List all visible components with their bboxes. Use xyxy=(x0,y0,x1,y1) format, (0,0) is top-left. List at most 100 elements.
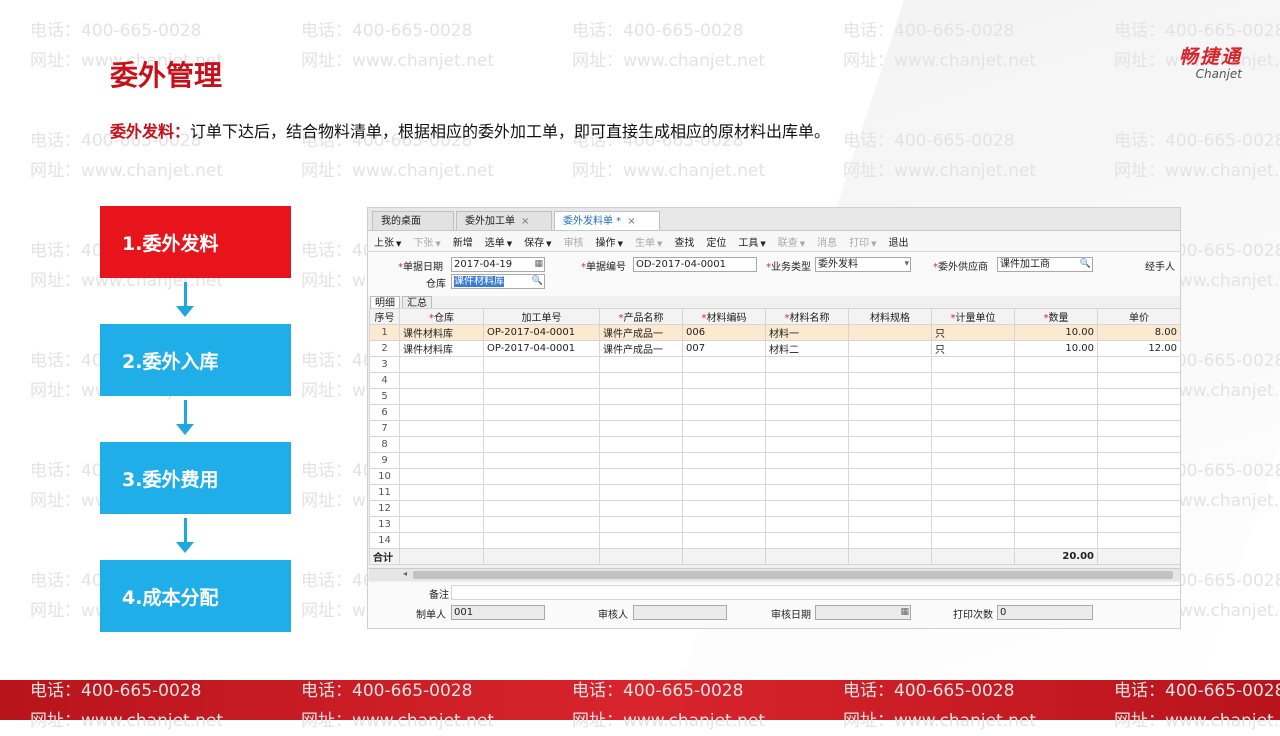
table-cell[interactable] xyxy=(483,436,600,453)
close-icon[interactable]: × xyxy=(521,216,529,227)
table-cell[interactable] xyxy=(765,404,849,421)
toolbar-next-button[interactable]: 下张 ▼ xyxy=(413,234,440,249)
toolbar-link-button[interactable]: 联查 ▼ xyxy=(778,234,805,249)
column-header[interactable]: *材料编码 xyxy=(682,308,766,325)
table-cell[interactable] xyxy=(599,484,683,501)
toolbar-exit-button[interactable]: 退出 xyxy=(889,234,909,249)
cell-qty[interactable]: 10.00 xyxy=(1014,340,1098,357)
table-row[interactable]: 6 xyxy=(369,404,1180,421)
table-cell[interactable] xyxy=(1097,500,1180,517)
table-cell[interactable] xyxy=(1097,436,1180,453)
scrollbar-thumb[interactable] xyxy=(413,571,1173,579)
table-cell[interactable] xyxy=(1014,388,1098,405)
table-cell[interactable] xyxy=(682,500,766,517)
table-cell[interactable] xyxy=(483,484,600,501)
table-cell[interactable] xyxy=(765,420,849,437)
type-select[interactable]: 委外发料 ▾ xyxy=(815,257,911,272)
step-outsource-issue[interactable]: 1.委外发料 xyxy=(100,206,291,278)
column-header[interactable]: *仓库 xyxy=(399,308,484,325)
table-cell[interactable] xyxy=(399,372,484,389)
table-cell[interactable] xyxy=(399,436,484,453)
table-cell[interactable] xyxy=(399,516,484,533)
table-cell[interactable] xyxy=(848,516,932,533)
table-cell[interactable] xyxy=(682,404,766,421)
table-cell[interactable] xyxy=(399,484,484,501)
table-cell[interactable] xyxy=(1014,500,1098,517)
toolbar-message-button[interactable]: 消息 xyxy=(817,234,837,249)
table-cell[interactable] xyxy=(483,420,600,437)
table-cell[interactable] xyxy=(1014,468,1098,485)
table-row[interactable]: 8 xyxy=(369,436,1180,453)
table-cell[interactable] xyxy=(848,452,932,469)
table-row[interactable]: 1 课件材料库 OP-2017-04-0001 课件产成品一 006 材料一 只… xyxy=(369,324,1180,341)
table-cell[interactable] xyxy=(399,468,484,485)
table-row[interactable]: 11 xyxy=(369,484,1180,501)
table-cell[interactable] xyxy=(1097,388,1180,405)
cell-price[interactable]: 12.00 xyxy=(1097,340,1180,357)
table-cell[interactable] xyxy=(399,356,484,373)
cell-unit[interactable]: 只 xyxy=(931,340,1015,357)
table-cell[interactable] xyxy=(931,484,1015,501)
table-cell[interactable] xyxy=(1014,516,1098,533)
table-cell[interactable] xyxy=(483,468,600,485)
table-cell[interactable] xyxy=(682,468,766,485)
cell-unit[interactable]: 只 xyxy=(931,324,1015,341)
table-cell[interactable] xyxy=(931,532,1015,549)
toolbar-find-button[interactable]: 查找 xyxy=(674,234,694,249)
cell-name[interactable]: 材料二 xyxy=(765,340,849,357)
column-header[interactable]: 加工单号 xyxy=(483,308,600,325)
table-cell[interactable] xyxy=(1097,356,1180,373)
table-cell[interactable] xyxy=(848,356,932,373)
table-cell[interactable] xyxy=(765,516,849,533)
table-cell[interactable] xyxy=(765,468,849,485)
table-cell[interactable] xyxy=(765,500,849,517)
table-cell[interactable] xyxy=(483,404,600,421)
table-cell[interactable] xyxy=(931,436,1015,453)
table-cell[interactable] xyxy=(931,356,1015,373)
toolbar-prev-button[interactable]: 上张 ▼ xyxy=(374,234,401,249)
column-header[interactable]: 材料规格 xyxy=(848,308,932,325)
tab-outsource-issue[interactable]: 委外发料单 * × xyxy=(554,211,660,230)
toolbar-select-button[interactable]: 选单 ▼ xyxy=(485,234,512,249)
table-cell[interactable] xyxy=(1014,404,1098,421)
table-row[interactable]: 5 xyxy=(369,388,1180,405)
column-header[interactable]: *数量 xyxy=(1014,308,1098,325)
cell-name[interactable]: 材料一 xyxy=(765,324,849,341)
table-cell[interactable] xyxy=(599,388,683,405)
cell-spec[interactable] xyxy=(848,340,932,357)
table-cell[interactable] xyxy=(1097,468,1180,485)
table-cell[interactable] xyxy=(1014,420,1098,437)
table-cell[interactable] xyxy=(848,404,932,421)
tab-my-desktop[interactable]: 我的桌面 xyxy=(372,211,454,230)
table-cell[interactable] xyxy=(399,500,484,517)
table-cell[interactable] xyxy=(399,420,484,437)
table-cell[interactable] xyxy=(599,532,683,549)
table-cell[interactable] xyxy=(931,452,1015,469)
column-header[interactable]: 序号 xyxy=(369,308,400,325)
table-cell[interactable] xyxy=(848,388,932,405)
table-cell[interactable] xyxy=(765,388,849,405)
table-cell[interactable] xyxy=(599,452,683,469)
table-cell[interactable] xyxy=(682,356,766,373)
toolbar-audit-button[interactable]: 审核 xyxy=(564,234,584,249)
cell-product[interactable]: 课件产成品一 xyxy=(599,340,683,357)
cell-product[interactable]: 课件产成品一 xyxy=(599,324,683,341)
column-header[interactable]: *材料名称 xyxy=(765,308,849,325)
table-cell[interactable] xyxy=(848,436,932,453)
table-cell[interactable] xyxy=(848,420,932,437)
table-cell[interactable] xyxy=(483,452,600,469)
table-row[interactable]: 7 xyxy=(369,420,1180,437)
table-cell[interactable] xyxy=(599,516,683,533)
table-cell[interactable] xyxy=(599,468,683,485)
table-cell[interactable] xyxy=(931,516,1015,533)
table-cell[interactable] xyxy=(848,484,932,501)
cell-order[interactable]: OP-2017-04-0001 xyxy=(483,324,600,341)
table-cell[interactable] xyxy=(931,388,1015,405)
table-cell[interactable] xyxy=(848,532,932,549)
table-cell[interactable] xyxy=(399,532,484,549)
table-cell[interactable] xyxy=(399,388,484,405)
tab-outsource-order[interactable]: 委外加工单 × xyxy=(456,211,552,230)
date-field[interactable]: 2017-04-19 ▦ xyxy=(451,257,545,272)
warehouse-field[interactable]: 课件材料库 🔍 xyxy=(451,274,545,289)
table-cell[interactable] xyxy=(399,452,484,469)
